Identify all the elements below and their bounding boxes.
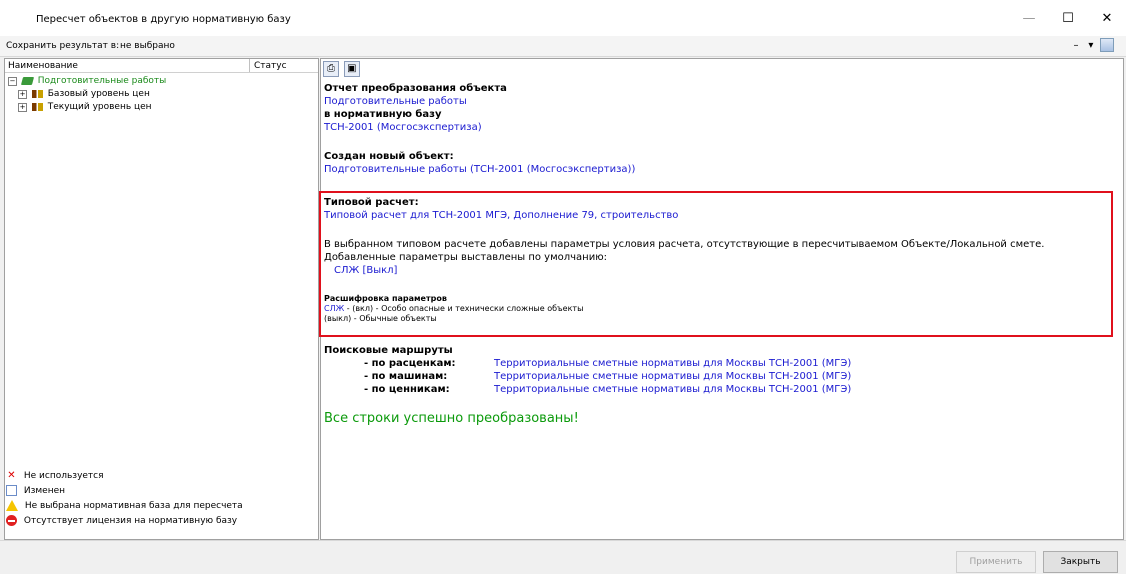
typical-calc-note-defaults: Добавленные параметры выставлены по умол… (324, 252, 608, 263)
default-param-link[interactable]: СЛЖ [Выкл] (334, 265, 397, 276)
save-result-bar: Сохранить результат в: не выбрано – ▾ (0, 36, 1126, 57)
save-result-label: Сохранить результат в: (6, 41, 120, 51)
close-window-button[interactable]: ✕ (1092, 9, 1122, 29)
warning-icon (6, 500, 18, 511)
typical-calc-link[interactable]: Типовой расчет для ТСН-2001 МГЭ, Дополне… (324, 210, 678, 221)
window-title: Пересчет объектов в другую нормативную б… (36, 14, 291, 25)
routes-label: Поисковые маршруты (324, 345, 453, 356)
report-panel: ⎙ ▣ Отчет преобразования объекта Подгото… (319, 58, 1124, 540)
close-button[interactable]: Закрыть (1043, 551, 1118, 573)
report-created-label: Создан новый объект: (324, 151, 454, 162)
edit-icon (6, 485, 17, 496)
route-label: - по ценникам: (364, 384, 450, 395)
title-bar: Пересчет объектов в другую нормативную б… (0, 0, 1126, 36)
legend-item: Не выбрана нормативная база для пересчет… (6, 500, 243, 514)
report-created-link[interactable]: Подготовительные работы (ТСН-2001 (Мосго… (324, 164, 635, 175)
level-icon (31, 103, 43, 111)
chevron-down-icon[interactable]: ▾ (1085, 40, 1097, 51)
route-link[interactable]: Территориальные сметные нормативы для Мо… (494, 371, 851, 382)
minimize-button[interactable]: — (1014, 9, 1044, 29)
decode-label: Расшифровка параметров (324, 294, 447, 303)
minus-icon[interactable]: – (1070, 40, 1082, 51)
decode-line-on: СЛЖ - (вкл) - Особо опасные и технически… (324, 304, 583, 313)
maximize-button[interactable]: ☐ (1053, 9, 1083, 29)
tree-item-base-price-level[interactable]: + Базовый уровень цен (18, 89, 150, 102)
report-to-base-label: в нормативную базу (324, 109, 442, 120)
column-separator[interactable] (249, 59, 250, 72)
expand-icon[interactable]: + (18, 89, 27, 99)
tree-item-label: Текущий уровень цен (47, 102, 152, 112)
tree-column-headers: Наименование Статус (5, 59, 318, 73)
tree-item-label: Базовый уровень цен (47, 89, 150, 99)
legend-item: ✕ Не используется (6, 470, 104, 484)
tree-item-preparatory-works[interactable]: − Подготовительные работы (8, 76, 166, 89)
route-link[interactable]: Территориальные сметные нормативы для Мо… (494, 384, 851, 395)
route-label: - по расценкам: (364, 358, 456, 369)
collapse-icon[interactable]: − (8, 76, 17, 86)
decode-line-on-text: - (вкл) - Особо опасные и технически сло… (344, 304, 584, 313)
typical-calc-note: В выбранном типовом расчете добавлены па… (324, 239, 1045, 250)
object-tree-panel: Наименование Статус − Подготовительные р… (4, 58, 319, 540)
report-object-link[interactable]: Подготовительные работы (324, 96, 467, 107)
column-name-header[interactable]: Наименование (8, 61, 78, 71)
no-entry-icon (6, 515, 17, 526)
legend-item: Отсутствует лицензия на нормативную базу (6, 515, 237, 529)
save-icon[interactable]: ▣ (343, 61, 360, 77)
expand-icon[interactable]: + (18, 102, 27, 112)
save-result-value[interactable]: не выбрано (120, 41, 175, 51)
book-icon (20, 77, 34, 85)
cross-icon: ✕ (7, 470, 16, 481)
tree-item-current-price-level[interactable]: + Текущий уровень цен (18, 102, 152, 115)
legend-label: Отсутствует лицензия на нормативную базу (23, 516, 238, 526)
legend-label: Изменен (23, 486, 66, 496)
report-base-link[interactable]: ТСН-2001 (Мосгосэкспертиза) (324, 122, 482, 133)
report-heading: Отчет преобразования объекта (324, 83, 507, 94)
save-result-tools: – ▾ (1070, 38, 1114, 54)
level-icon (31, 90, 43, 98)
table-icon[interactable] (1099, 38, 1114, 52)
legend-label: Не используется (23, 471, 104, 481)
report-toolbar: ⎙ ▣ (323, 61, 362, 79)
print-icon[interactable]: ⎙ (323, 61, 339, 77)
legend-item: Изменен (6, 485, 65, 499)
column-status-header[interactable]: Статус (254, 61, 287, 71)
dialog-button-bar: Применить Закрыть (0, 540, 1126, 574)
tree-item-label: Подготовительные работы (37, 76, 167, 86)
apply-button[interactable]: Применить (956, 551, 1036, 573)
decode-line-off: (выкл) - Обычные объекты (324, 314, 437, 323)
route-label: - по машинам: (364, 371, 448, 382)
legend-label: Не выбрана нормативная база для пересчет… (24, 501, 243, 511)
route-link[interactable]: Территориальные сметные нормативы для Мо… (494, 358, 851, 369)
decode-code[interactable]: СЛЖ (324, 304, 344, 313)
success-message: Все строки успешно преобразованы! (324, 411, 579, 426)
typical-calc-label: Типовой расчет: (324, 197, 419, 208)
